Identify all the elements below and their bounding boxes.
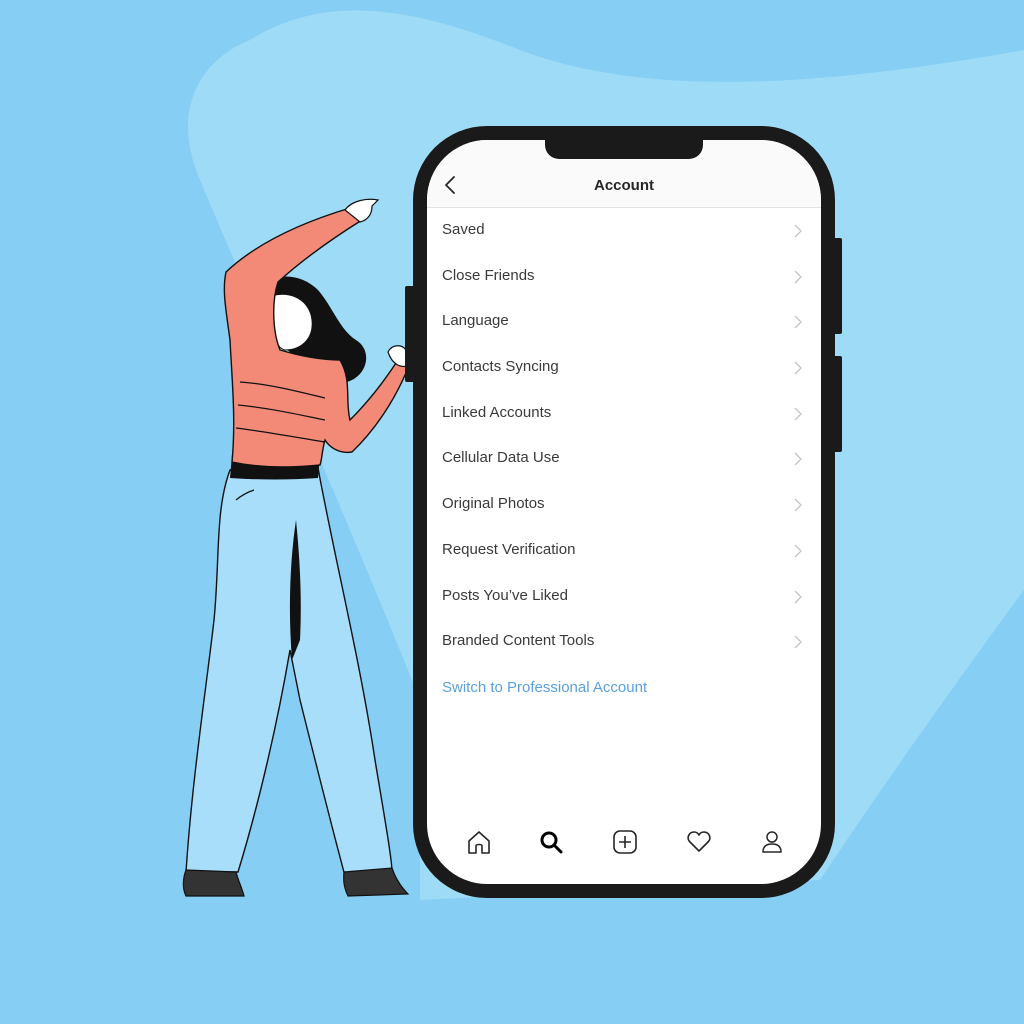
menu-item-close-friends[interactable]: Close Friends — [427, 254, 821, 300]
chevron-right-icon — [794, 407, 802, 421]
menu-item-label: Branded Content Tools — [442, 632, 595, 650]
menu-item-saved[interactable]: Saved — [427, 208, 821, 254]
chevron-right-icon — [794, 635, 802, 649]
menu-item-contacts-syncing[interactable]: Contacts Syncing — [427, 345, 821, 391]
menu-item-label: Contacts Syncing — [442, 358, 559, 376]
menu-item-request-verification[interactable]: Request Verification — [427, 528, 821, 574]
chevron-right-icon — [794, 224, 802, 238]
home-icon — [468, 831, 490, 854]
chevron-right-icon — [794, 544, 802, 558]
tab-activity[interactable] — [681, 824, 717, 860]
phone-notch — [545, 140, 703, 159]
page-title: Account — [594, 177, 654, 194]
switch-to-professional-link[interactable]: Switch to Professional Account — [442, 679, 647, 696]
menu-item-cellular-data-use[interactable]: Cellular Data Use — [427, 436, 821, 482]
chevron-right-icon — [794, 361, 802, 375]
tab-home[interactable] — [461, 824, 497, 860]
menu-item-branded-content-tools[interactable]: Branded Content Tools — [427, 619, 821, 665]
chevron-right-icon — [794, 270, 802, 284]
menu-item-posts-liked[interactable]: Posts You’ve Liked — [427, 574, 821, 620]
phone-screen: Account Saved Close Friends Language Con… — [427, 140, 821, 884]
plus-square-icon — [613, 830, 637, 854]
settings-menu: Saved Close Friends Language Contacts Sy… — [427, 208, 821, 665]
tab-search[interactable] — [533, 824, 569, 860]
user-icon — [762, 831, 782, 853]
menu-item-label: Original Photos — [442, 495, 545, 513]
chevron-right-icon — [794, 590, 802, 603]
menu-item-linked-accounts[interactable]: Linked Accounts — [427, 391, 821, 437]
chevron-right-icon — [794, 315, 802, 329]
tab-profile[interactable] — [754, 824, 790, 860]
heart-icon — [687, 831, 711, 852]
menu-item-label: Language — [442, 312, 509, 330]
menu-item-label: Linked Accounts — [442, 403, 552, 421]
menu-item-label: Saved — [442, 221, 485, 238]
menu-item-language[interactable]: Language — [427, 299, 821, 345]
search-icon — [540, 831, 563, 854]
menu-item-label: Cellular Data Use — [442, 449, 560, 467]
menu-item-original-photos[interactable]: Original Photos — [427, 482, 821, 528]
menu-item-label: Posts You’ve Liked — [442, 586, 568, 604]
menu-item-label: Request Verification — [442, 540, 576, 558]
chevron-right-icon — [794, 452, 802, 466]
chevron-right-icon — [794, 498, 802, 512]
menu-item-label: Close Friends — [442, 266, 535, 284]
tab-new-post[interactable] — [607, 824, 643, 860]
bottom-tab-bar — [427, 824, 821, 860]
